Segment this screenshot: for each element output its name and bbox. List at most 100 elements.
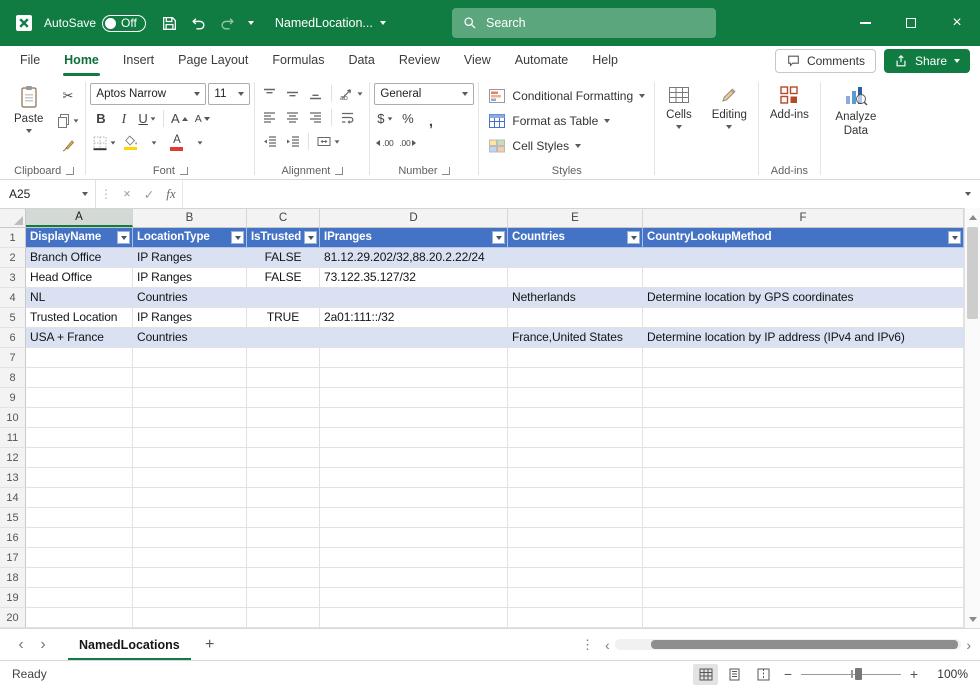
- cell-F10[interactable]: [643, 408, 964, 428]
- clipboard-dialog-launcher[interactable]: [66, 167, 74, 175]
- align-center-button[interactable]: [282, 107, 303, 128]
- cell-F19[interactable]: [643, 588, 964, 608]
- cell-C17[interactable]: [247, 548, 320, 568]
- search-box[interactable]: Search: [452, 8, 716, 38]
- undo-button[interactable]: [185, 10, 212, 37]
- cell-C12[interactable]: [247, 448, 320, 468]
- font-name-select[interactable]: Aptos Narrow: [90, 83, 206, 105]
- sheet-nav-prev-button[interactable]: ‹: [10, 634, 32, 656]
- row-header-4[interactable]: 4: [0, 288, 26, 308]
- orientation-button[interactable]: ab: [337, 83, 365, 104]
- cell-B9[interactable]: [133, 388, 247, 408]
- zoom-slider-thumb[interactable]: [855, 668, 862, 680]
- font-color-chevron[interactable]: [189, 132, 210, 153]
- fill-color-button[interactable]: [120, 132, 141, 153]
- page-layout-view-button[interactable]: [722, 664, 747, 685]
- page-break-view-button[interactable]: [751, 664, 776, 685]
- cell-E15[interactable]: [508, 508, 643, 528]
- row-header-8[interactable]: 8: [0, 368, 26, 388]
- cell-E5[interactable]: [508, 308, 643, 328]
- ribbon-tab-formulas[interactable]: Formulas: [260, 46, 336, 76]
- cell-C5[interactable]: TRUE: [247, 308, 320, 328]
- cell-C16[interactable]: [247, 528, 320, 548]
- scroll-right-arrow[interactable]: ›: [963, 637, 974, 653]
- cell-C20[interactable]: [247, 608, 320, 628]
- cell-F20[interactable]: [643, 608, 964, 628]
- cell-E20[interactable]: [508, 608, 643, 628]
- cell-F14[interactable]: [643, 488, 964, 508]
- increase-font-size-button[interactable]: A: [169, 108, 190, 129]
- cell-E7[interactable]: [508, 348, 643, 368]
- filter-button-IsTrusted[interactable]: [304, 231, 317, 244]
- cell-E14[interactable]: [508, 488, 643, 508]
- align-right-button[interactable]: [305, 107, 326, 128]
- ribbon-tab-review[interactable]: Review: [387, 46, 452, 76]
- autosave-toggle[interactable]: Off: [102, 15, 146, 32]
- cell-C2[interactable]: FALSE: [247, 248, 320, 268]
- cell-D16[interactable]: [320, 528, 508, 548]
- cell-E9[interactable]: [508, 388, 643, 408]
- cell-A11[interactable]: [26, 428, 133, 448]
- decrease-indent-button[interactable]: [259, 131, 280, 152]
- cell-B15[interactable]: [133, 508, 247, 528]
- cell-D9[interactable]: [320, 388, 508, 408]
- cell-C14[interactable]: [247, 488, 320, 508]
- cell-A16[interactable]: [26, 528, 133, 548]
- cell-C7[interactable]: [247, 348, 320, 368]
- cell-A8[interactable]: [26, 368, 133, 388]
- cell-A17[interactable]: [26, 548, 133, 568]
- cell-A20[interactable]: [26, 608, 133, 628]
- cell-E2[interactable]: [508, 248, 643, 268]
- cell-B13[interactable]: [133, 468, 247, 488]
- cell-D7[interactable]: [320, 348, 508, 368]
- cell-A14[interactable]: [26, 488, 133, 508]
- sheet-tab-namedlocations[interactable]: NamedLocations: [64, 629, 195, 660]
- quick-access-toolbar-chevron[interactable]: [243, 21, 259, 25]
- cell-F16[interactable]: [643, 528, 964, 548]
- middle-align-button[interactable]: [282, 83, 303, 104]
- cell-A7[interactable]: [26, 348, 133, 368]
- cell-A19[interactable]: [26, 588, 133, 608]
- cell-D4[interactable]: [320, 288, 508, 308]
- ribbon-tab-page-layout[interactable]: Page Layout: [166, 46, 260, 76]
- cell-A6[interactable]: USA + France: [26, 328, 133, 348]
- name-box[interactable]: A25: [0, 180, 96, 208]
- cell-C3[interactable]: FALSE: [247, 268, 320, 288]
- cell-F2[interactable]: [643, 248, 964, 268]
- cell-D2[interactable]: 81.12.29.202/32,88.20.2.22/24: [320, 248, 508, 268]
- cell-E17[interactable]: [508, 548, 643, 568]
- italic-button[interactable]: I: [113, 108, 134, 129]
- cell-D13[interactable]: [320, 468, 508, 488]
- font-dialog-launcher[interactable]: [180, 167, 188, 175]
- cell-E12[interactable]: [508, 448, 643, 468]
- cell-C11[interactable]: [247, 428, 320, 448]
- autosave-control[interactable]: AutoSave Off: [44, 15, 146, 32]
- font-color-button[interactable]: A: [166, 132, 187, 153]
- cell-E13[interactable]: [508, 468, 643, 488]
- paste-button[interactable]: Paste: [7, 80, 50, 162]
- number-format-select[interactable]: General: [374, 83, 474, 105]
- cell-D12[interactable]: [320, 448, 508, 468]
- cell-F13[interactable]: [643, 468, 964, 488]
- filter-button-LocationType[interactable]: [231, 231, 244, 244]
- cell-B11[interactable]: [133, 428, 247, 448]
- confirm-entry-button[interactable]: ✓: [138, 183, 160, 205]
- cell-F9[interactable]: [643, 388, 964, 408]
- cancel-entry-button[interactable]: ×: [116, 183, 138, 205]
- horizontal-scroll-thumb[interactable]: [651, 640, 959, 649]
- cell-C6[interactable]: [247, 328, 320, 348]
- cells-button[interactable]: Cells: [659, 80, 699, 162]
- sheet-nav-next-button[interactable]: ›: [32, 634, 54, 656]
- cell-B6[interactable]: Countries: [133, 328, 247, 348]
- bottom-align-button[interactable]: [305, 83, 326, 104]
- decrease-font-size-button[interactable]: A: [192, 108, 213, 129]
- column-header-B[interactable]: B: [133, 209, 247, 227]
- cell-A10[interactable]: [26, 408, 133, 428]
- cell-D20[interactable]: [320, 608, 508, 628]
- cell-E11[interactable]: [508, 428, 643, 448]
- cell-B3[interactable]: IP Ranges: [133, 268, 247, 288]
- wrap-text-button[interactable]: [337, 107, 358, 128]
- cell-F12[interactable]: [643, 448, 964, 468]
- cell-B19[interactable]: [133, 588, 247, 608]
- increase-indent-button[interactable]: [282, 131, 303, 152]
